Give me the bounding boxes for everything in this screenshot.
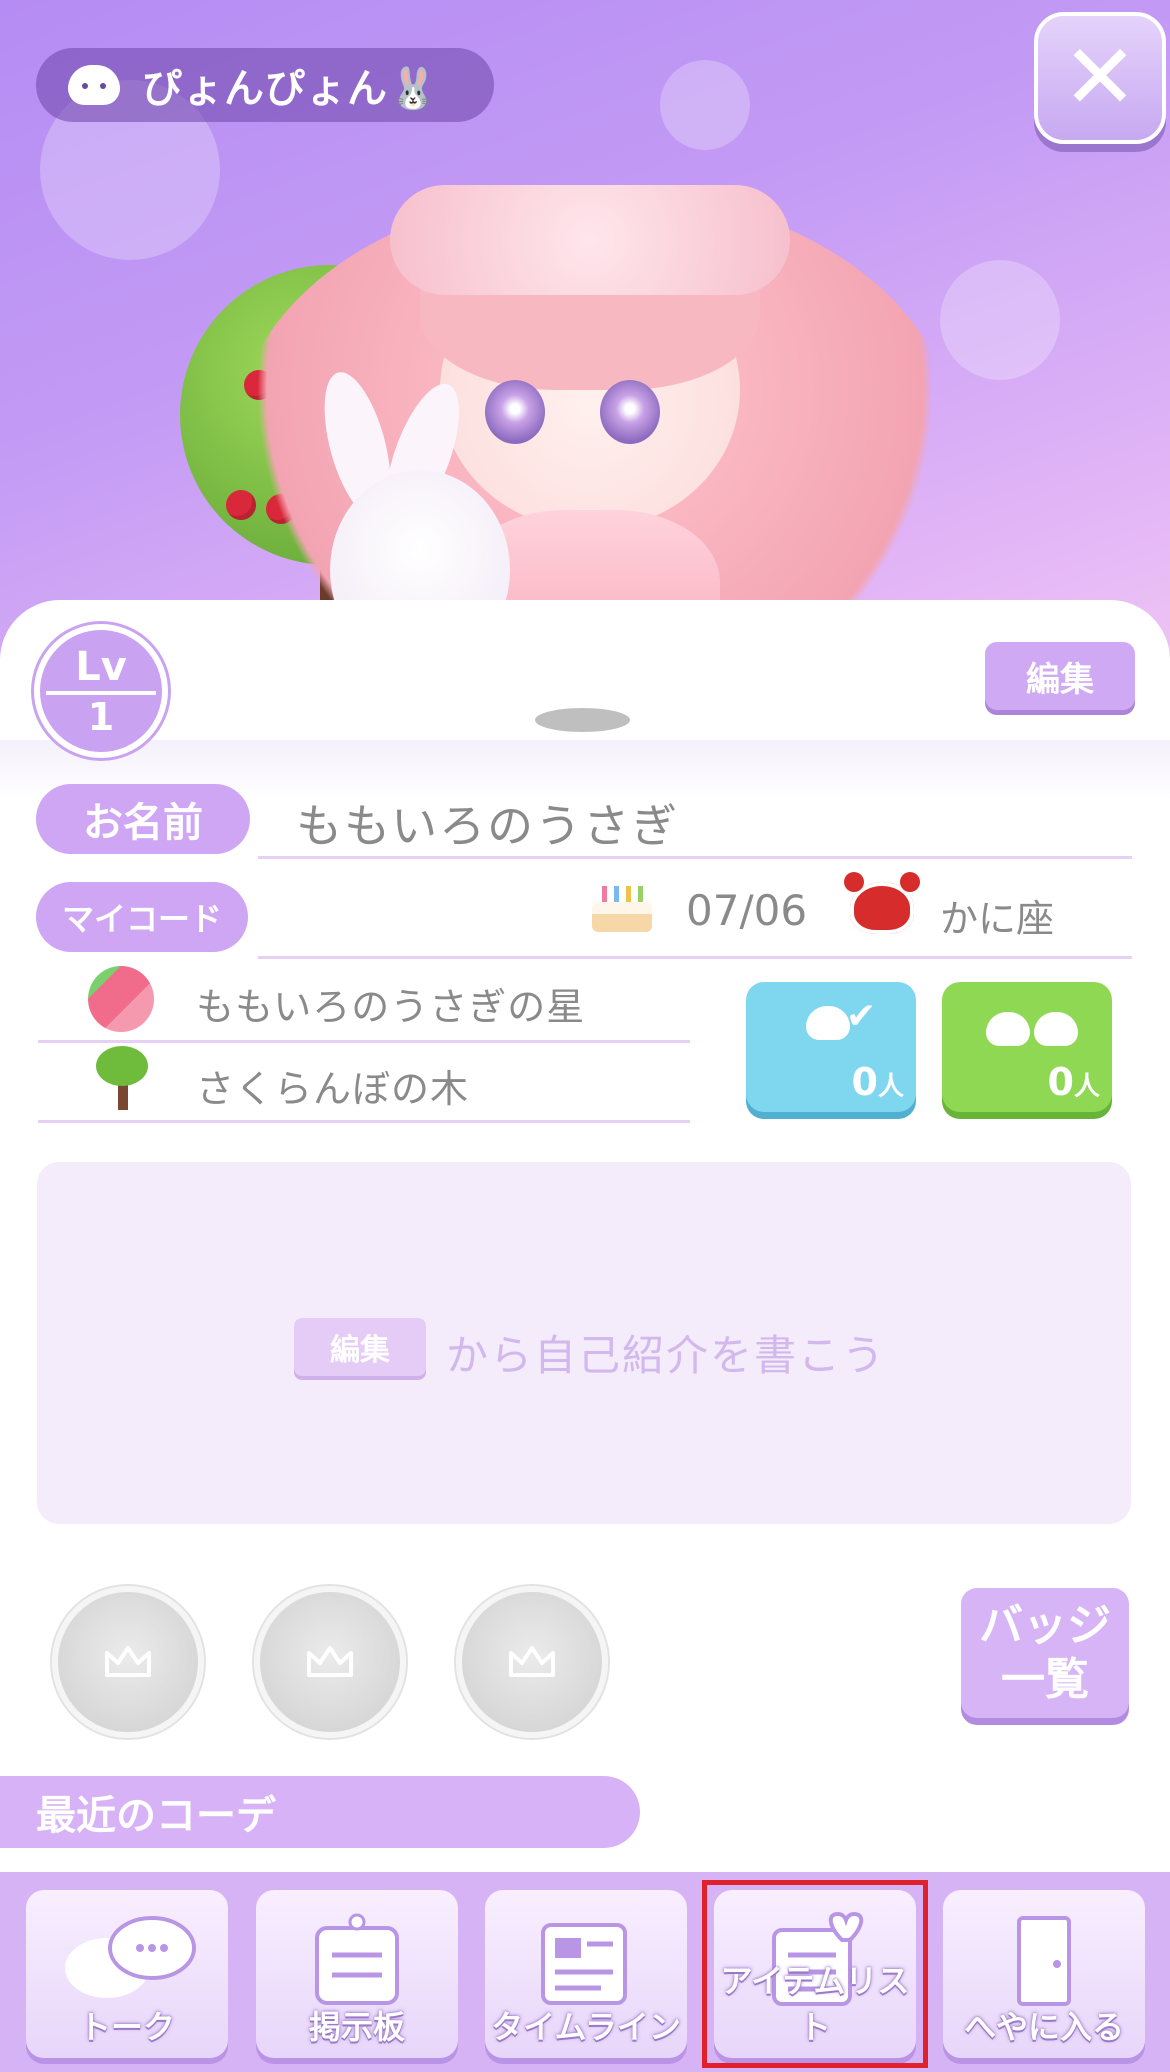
chat-bubbles-icon [65, 1916, 196, 1998]
tab-timeline-label: タイムライン [491, 2008, 681, 2046]
tree-underline [38, 1120, 690, 1123]
planet-name: ももいろのうさぎの星 [196, 985, 586, 1029]
planet-icon [88, 966, 154, 1032]
avatar-bonnet [390, 185, 790, 295]
selection-highlight [702, 1880, 928, 2068]
birthday-cake-icon [592, 884, 652, 932]
intro-edit-tag: 編集 [294, 1318, 426, 1376]
avatar-shadow [535, 708, 630, 732]
birthday-value: 07/06 [686, 886, 808, 935]
mycode-label: マイコード [36, 882, 248, 952]
badge-list-label-2: 一覧 [1001, 1654, 1089, 1705]
sparkle [660, 60, 750, 150]
tab-enter-room[interactable]: へやに入る [943, 1890, 1145, 2058]
tree-name: さくらんぼの木 [196, 1067, 470, 1111]
tree-icon [92, 1046, 152, 1110]
badge-list-label-1: バッジ [979, 1600, 1111, 1651]
tab-enter-room-label: へやに入る [963, 2008, 1124, 2046]
badge-slot[interactable] [254, 1586, 406, 1738]
tab-bulletin[interactable]: 掲示板 [256, 1890, 458, 2058]
friends-unit: 人 [1073, 1072, 1100, 1102]
name-underline [258, 856, 1132, 859]
level-label: Lv [75, 644, 127, 690]
close-icon: ✕ [1062, 25, 1138, 130]
edit-avatar-button[interactable]: 編集 [985, 642, 1135, 710]
crown-icon [105, 1646, 151, 1677]
recent-coordinates-header: 最近のコーデ [0, 1776, 640, 1848]
level-value: 1 [87, 695, 115, 739]
crab-zodiac-icon [844, 872, 920, 934]
friends-count-box: 0人 [1048, 1060, 1100, 1104]
followers-count: 0 [851, 1060, 878, 1104]
close-button[interactable]: ✕ [1034, 12, 1166, 144]
followers-button[interactable]: ✔ 0人 [746, 982, 916, 1112]
follow-face-icon [806, 1006, 850, 1040]
friend-face-icon [1034, 1012, 1078, 1046]
username-badge: ぴょんぴょん🐰 [36, 48, 494, 122]
crown-icon [509, 1646, 555, 1677]
mycode-underline [258, 956, 1132, 959]
intro-placeholder: から自己紹介を書こう [446, 1331, 887, 1380]
bulletin-board-icon [315, 1913, 399, 2005]
crown-icon [307, 1646, 353, 1677]
zodiac-value: かに座 [940, 897, 1055, 941]
planet-underline [38, 1040, 690, 1043]
tab-timeline[interactable]: タイムライン [485, 1890, 687, 2058]
badge-slot[interactable] [52, 1586, 204, 1738]
friends-button[interactable]: 0人 [942, 982, 1112, 1112]
level-badge: Lv 1 [34, 624, 168, 758]
avatar-eye [600, 380, 660, 444]
name-label: お名前 [36, 784, 250, 854]
tab-talk-label: トーク [78, 2008, 175, 2046]
user-face-icon [68, 65, 120, 105]
followers-unit: 人 [877, 1072, 904, 1102]
timeline-icon [541, 1923, 627, 2005]
friends-count: 0 [1047, 1060, 1074, 1104]
tab-bulletin-label: 掲示板 [308, 2008, 405, 2046]
friend-face-icon [986, 1012, 1030, 1046]
badge-slot[interactable] [456, 1586, 608, 1738]
sparkle [940, 260, 1060, 380]
door-icon [1017, 1916, 1071, 2006]
avatar-eye [485, 380, 545, 444]
check-icon: ✔ [846, 996, 877, 1037]
tab-talk[interactable]: トーク [26, 1890, 228, 2058]
badge-list-button[interactable]: バッジ 一覧 [961, 1588, 1129, 1718]
followers-count-box: 0人 [852, 1060, 904, 1104]
username: ぴょんぴょん🐰 [142, 66, 439, 112]
name-value: ももいろのうさぎ [296, 799, 680, 853]
